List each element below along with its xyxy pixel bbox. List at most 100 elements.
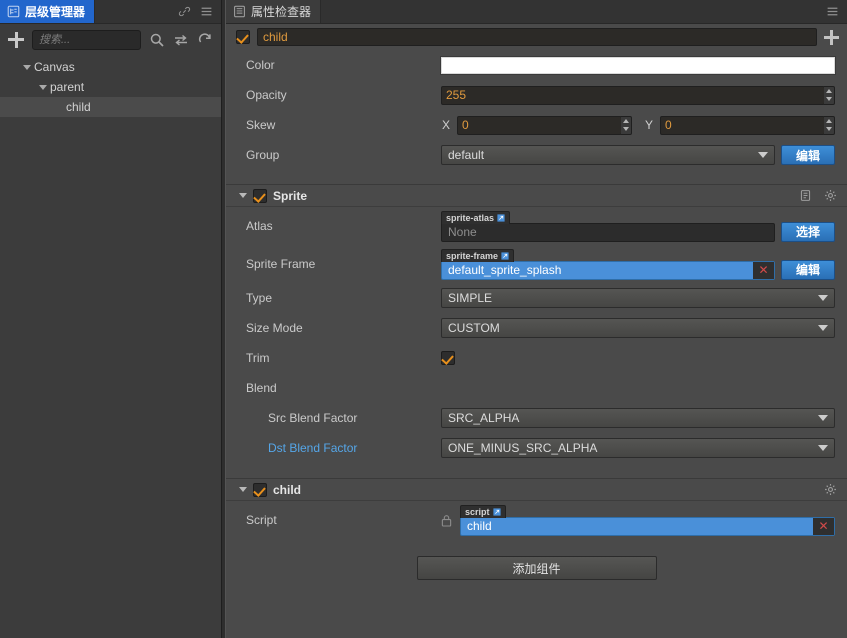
inspector-icon: [234, 5, 245, 18]
tree-item-canvas[interactable]: Canvas: [0, 57, 221, 77]
add-component-plus-button[interactable]: [824, 29, 839, 45]
property-label: Color: [246, 58, 275, 72]
expand-toggle[interactable]: [36, 77, 50, 97]
property-field: [441, 85, 835, 105]
property-row-size-mode: Size Mode CUSTOM: [226, 313, 847, 343]
chevron-down-icon: [818, 295, 828, 301]
group-select-value: default: [448, 148, 485, 162]
script-enabled-checkbox[interactable]: [253, 482, 267, 497]
add-component-button[interactable]: 添加组件: [416, 556, 657, 580]
search-input[interactable]: [32, 29, 141, 50]
tab-inspector[interactable]: 属性检查器: [226, 0, 322, 23]
menu-icon[interactable]: [200, 5, 213, 18]
type-select[interactable]: SIMPLE: [441, 288, 835, 308]
external-link-icon[interactable]: [501, 251, 509, 260]
property-field: sprite-frame default_sprite_splash ✕ 编辑: [441, 248, 835, 280]
sprite-frame-type-tag-label: sprite-frame: [446, 250, 499, 261]
property-field: [441, 351, 835, 365]
property-row-src-blend-factor: Src Blend Factor SRC_ALPHA: [226, 403, 847, 433]
src-blend-factor-value: SRC_ALPHA: [448, 411, 520, 425]
property-field: X Y: [441, 115, 835, 135]
group-edit-button[interactable]: 编辑: [781, 145, 835, 165]
size-mode-select[interactable]: CUSTOM: [441, 318, 835, 338]
chevron-down-icon[interactable]: [239, 193, 247, 198]
component-header-child-script: child: [226, 478, 847, 501]
tree-item-child[interactable]: child: [0, 97, 221, 117]
script-clear-button[interactable]: ✕: [813, 517, 834, 535]
skew-y-stepper[interactable]: [824, 115, 835, 135]
node-header-row: [226, 24, 847, 50]
sprite-enabled-checkbox[interactable]: [253, 188, 267, 203]
property-row-color: Color: [226, 50, 847, 80]
property-field: script child ✕: [441, 504, 835, 536]
hierarchy-tabbar: 层级管理器: [0, 0, 221, 24]
sync-arrows-icon[interactable]: [173, 32, 189, 48]
skew-x-stepper[interactable]: [621, 115, 632, 135]
property-row-sprite-frame: Sprite Frame sprite-frame default_sprite…: [226, 245, 847, 283]
skew-x-input[interactable]: [457, 115, 622, 135]
tree-item-parent[interactable]: parent: [0, 77, 221, 97]
atlas-select-button[interactable]: 选择: [781, 221, 835, 242]
search-icon[interactable]: [149, 32, 165, 48]
component-header-sprite: Sprite: [226, 184, 847, 207]
dst-blend-factor-select[interactable]: ONE_MINUS_SRC_ALPHA: [441, 438, 835, 458]
sprite-frame-type-tag: sprite-frame: [441, 248, 515, 262]
color-swatch[interactable]: [440, 55, 836, 75]
property-label[interactable]: Dst Blend Factor: [246, 441, 441, 455]
external-link-icon[interactable]: [492, 507, 501, 516]
tab-hierarchy[interactable]: 层级管理器: [0, 0, 96, 23]
tree-item-label: parent: [50, 80, 85, 94]
property-field: SRC_ALPHA: [441, 408, 835, 428]
property-label: Group: [246, 148, 280, 162]
chevron-down-icon[interactable]: [239, 487, 247, 492]
hierarchy-toolbar: [0, 24, 221, 55]
property-row-atlas: Atlas sprite-atlas None 选择: [226, 207, 847, 245]
property-row-blend: Blend: [226, 373, 847, 403]
trim-checkbox[interactable]: [441, 351, 455, 365]
property-label: Script: [246, 513, 277, 527]
node-name-input[interactable]: [257, 28, 817, 46]
property-label: Src Blend Factor: [268, 411, 358, 425]
atlas-value-box[interactable]: None: [441, 222, 775, 242]
chevron-down-icon: [818, 325, 828, 331]
add-component-wrapper: 添加组件: [226, 539, 847, 580]
hierarchy-icon: [7, 5, 20, 18]
property-field: [440, 55, 836, 75]
property-field: sprite-atlas None 选择: [441, 210, 835, 242]
src-blend-factor-select[interactable]: SRC_ALPHA: [441, 408, 835, 428]
hierarchy-panel: 层级管理器 搜索... Canvas parent child: [0, 0, 222, 638]
lock-icon: [441, 514, 452, 527]
inspector-panel-icons: [826, 0, 847, 23]
property-row-skew: Skew X Y: [226, 110, 847, 140]
refresh-icon[interactable]: [197, 32, 213, 48]
property-label: Blend: [246, 381, 277, 395]
script-value-box[interactable]: child ✕: [460, 516, 835, 536]
hierarchy-panel-icons: [178, 0, 221, 23]
atlas-value: None: [448, 225, 477, 239]
node-enabled-checkbox[interactable]: [236, 30, 250, 44]
property-field: default 编辑: [441, 145, 835, 165]
property-row-dst-blend-factor: Dst Blend Factor ONE_MINUS_SRC_ALPHA: [226, 433, 847, 463]
external-link-icon[interactable]: [497, 213, 505, 222]
add-node-button[interactable]: [8, 31, 24, 48]
sprite-frame-edit-button[interactable]: 编辑: [781, 259, 835, 280]
tabbar-spacer: [95, 0, 178, 23]
tab-hierarchy-label: 层级管理器: [25, 5, 86, 19]
sprite-frame-clear-button[interactable]: ✕: [753, 261, 774, 279]
menu-icon[interactable]: [826, 5, 839, 18]
gear-icon[interactable]: [824, 189, 837, 202]
gear-icon[interactable]: [824, 483, 837, 496]
link-icon[interactable]: [178, 5, 191, 18]
opacity-stepper[interactable]: [824, 85, 835, 105]
chevron-down-icon: [39, 84, 47, 90]
opacity-input[interactable]: [441, 85, 825, 105]
help-doc-icon[interactable]: [799, 189, 812, 202]
property-row-group: Group default 编辑: [226, 140, 847, 170]
group-select[interactable]: default: [441, 145, 775, 165]
skew-y-input[interactable]: [660, 115, 825, 135]
property-row-trim: Trim: [226, 343, 847, 373]
property-label: Opacity: [246, 88, 287, 102]
sprite-frame-value-box[interactable]: default_sprite_splash ✕: [441, 260, 775, 280]
component-title: Sprite: [273, 188, 308, 203]
expand-toggle[interactable]: [20, 57, 34, 77]
